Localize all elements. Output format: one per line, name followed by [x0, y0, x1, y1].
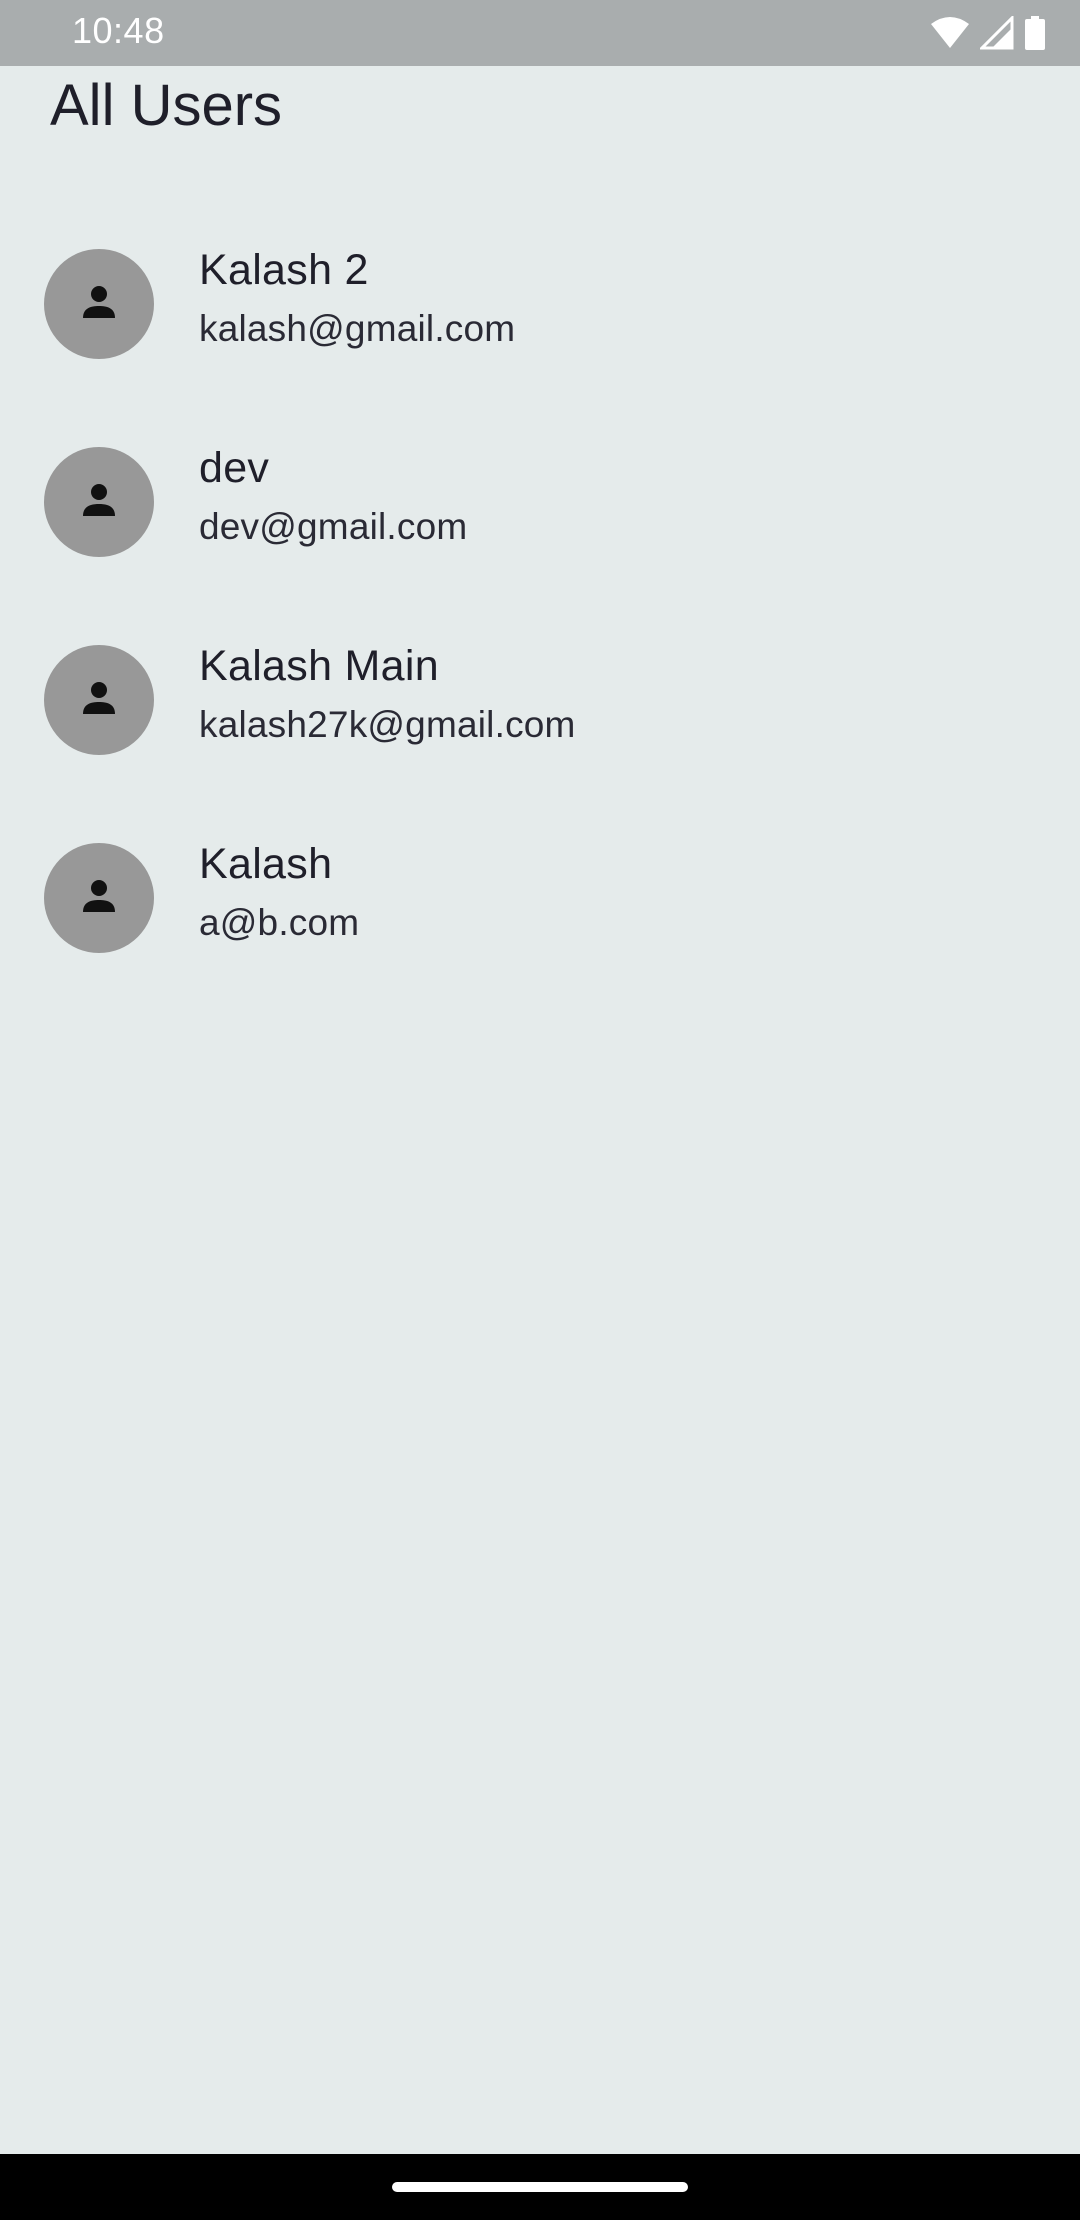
battery-icon	[1024, 16, 1046, 50]
wifi-icon	[930, 16, 970, 50]
user-list-item[interactable]: Kalash a@b.com	[0, 802, 1080, 1000]
avatar	[44, 843, 154, 953]
user-list-item[interactable]: Kalash 2 kalash@gmail.com	[0, 208, 1080, 406]
avatar	[44, 645, 154, 755]
navigation-bar	[0, 2154, 1080, 2220]
user-name: Kalash	[199, 840, 333, 888]
user-list-item[interactable]: dev dev@gmail.com	[0, 406, 1080, 604]
user-email: a@b.com	[199, 902, 360, 944]
user-email: kalash@gmail.com	[199, 308, 516, 350]
user-email: kalash27k@gmail.com	[199, 704, 576, 746]
user-text: Kalash 2 kalash@gmail.com	[199, 246, 515, 350]
status-bar: 10:48	[0, 0, 1080, 66]
page-title: All Users	[50, 73, 283, 138]
user-list-item[interactable]: Kalash Main kalash27k@gmail.com	[0, 604, 1080, 802]
person-icon	[75, 476, 123, 529]
user-text: Kalash a@b.com	[199, 840, 359, 944]
person-icon	[75, 278, 123, 331]
user-name: dev	[199, 444, 270, 492]
status-icons	[930, 14, 1046, 52]
status-time: 10:48	[72, 10, 165, 51]
user-text: dev dev@gmail.com	[199, 444, 467, 548]
user-text: Kalash Main kalash27k@gmail.com	[199, 642, 576, 746]
avatar	[44, 447, 154, 557]
avatar	[44, 249, 154, 359]
user-email: dev@gmail.com	[199, 506, 468, 548]
user-name: Kalash Main	[199, 642, 439, 690]
person-icon	[75, 872, 123, 925]
user-name: Kalash 2	[199, 246, 369, 294]
user-list: Kalash 2 kalash@gmail.com dev dev@gmail.…	[0, 208, 1080, 1000]
cell-signal-icon	[980, 16, 1014, 50]
home-gesture-handle[interactable]	[392, 2182, 688, 2192]
person-icon	[75, 674, 123, 727]
